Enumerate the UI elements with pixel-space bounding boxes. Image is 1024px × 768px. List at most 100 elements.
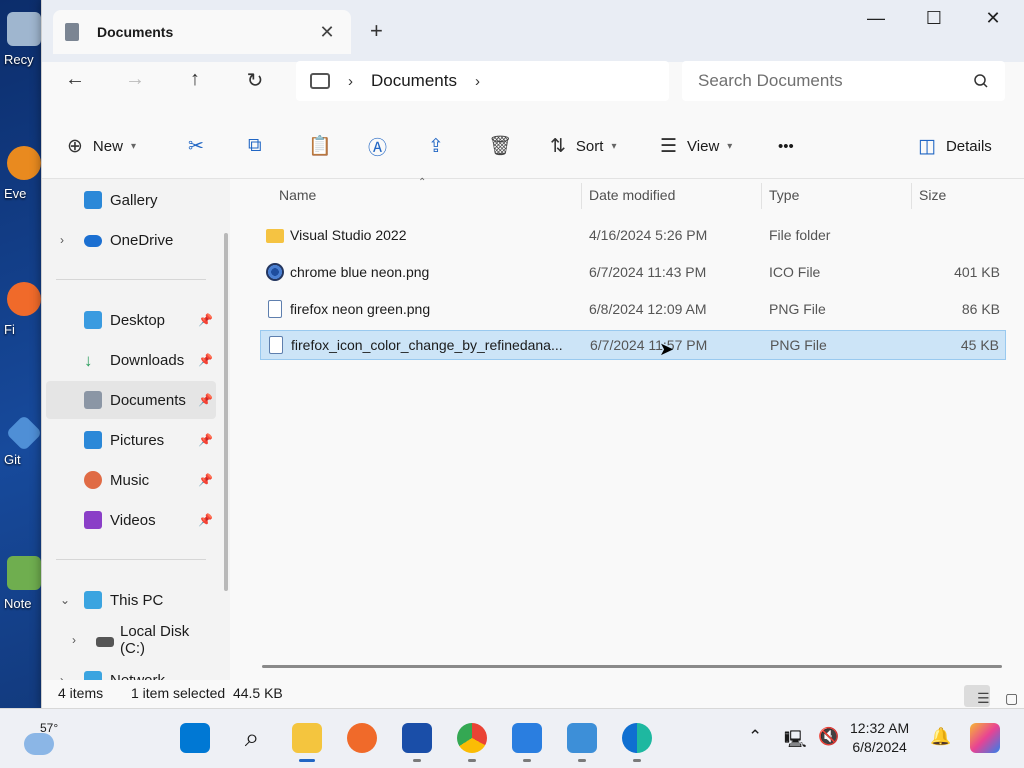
column-header-name[interactable]: Name [279, 187, 316, 203]
column-header-date[interactable]: Date modified [589, 187, 675, 203]
horizontal-scrollbar[interactable] [262, 665, 1002, 668]
maximize-button[interactable]: ☐ [905, 8, 963, 32]
desktop-icon-firefox[interactable]: Fi [4, 282, 44, 348]
view-button[interactable]: ☰ View ▾ [660, 134, 732, 158]
breadcrumb-chevron[interactable]: › [475, 73, 480, 90]
sidebar-scrollbar[interactable] [224, 233, 228, 591]
start-button[interactable] [180, 723, 210, 753]
pin-icon[interactable]: 📌 [198, 353, 213, 367]
sidebar-item-pictures[interactable]: Pictures 📌 [46, 421, 216, 459]
forward-button[interactable]: → [120, 68, 150, 94]
pin-icon[interactable]: 📌 [198, 473, 213, 487]
details-button-label: Details [945, 137, 992, 155]
column-header-size[interactable]: Size [919, 187, 946, 203]
minimize-button[interactable]: — [847, 8, 905, 32]
sort-button[interactable]: ⇅ Sort ▾ [550, 134, 616, 158]
file-type: PNG File [769, 301, 826, 317]
breadcrumb[interactable]: › Documents › [296, 61, 669, 101]
up-button[interactable]: ↑ [180, 68, 210, 94]
desktop-icon-everything[interactable]: Eve [4, 146, 44, 212]
more-options-button[interactable]: ••• [778, 134, 794, 158]
tab-close-button[interactable]: ✕ [315, 22, 339, 43]
copy-button[interactable]: ⧉ [248, 134, 272, 158]
column-separator[interactable] [581, 183, 582, 209]
taskbar-file-explorer[interactable] [292, 723, 322, 753]
arrow-up-icon: ↑ [190, 68, 200, 90]
copilot-button[interactable] [970, 723, 1000, 753]
refresh-button[interactable]: ↻ [240, 68, 270, 94]
pin-icon[interactable]: 📌 [198, 433, 213, 447]
column-header-type[interactable]: Type [769, 187, 799, 203]
clock[interactable]: 12:32 AM 6/8/2024 [850, 719, 909, 757]
share-button[interactable]: ⇪ [428, 134, 454, 158]
breadcrumb-current[interactable]: Documents [371, 71, 457, 91]
chevron-right-icon[interactable]: › [60, 233, 64, 247]
sidebar-item-desktop[interactable]: Desktop 📌 [46, 301, 216, 339]
chrome-image-icon [266, 263, 284, 281]
file-date: 6/7/2024 11:43 PM [589, 264, 707, 280]
cut-button[interactable]: ✂ [188, 134, 214, 158]
new-button[interactable]: ⊕ New ▾ [67, 134, 136, 158]
sidebar-item-documents[interactable]: Documents 📌 [46, 381, 216, 419]
trash-icon: 🗑 [488, 136, 513, 157]
file-row[interactable]: Visual Studio 2022 4/16/2024 5:26 PM Fil… [260, 221, 1006, 251]
pin-icon[interactable]: 📌 [198, 393, 213, 407]
chevron-down-icon[interactable]: ⌄ [60, 593, 70, 607]
pictures-icon [84, 431, 102, 449]
sidebar-item-videos[interactable]: Videos 📌 [46, 501, 216, 539]
back-button[interactable]: ← [60, 68, 90, 94]
sidebar-item-label: Pictures [110, 431, 165, 449]
file-row[interactable]: firefox neon green.png 6/8/2024 12:09 AM… [260, 295, 1006, 325]
paste-button[interactable]: 📋 [308, 134, 342, 158]
pin-icon[interactable]: 📌 [198, 313, 213, 327]
sidebar-item-downloads[interactable]: ↓ Downloads 📌 [46, 341, 216, 379]
pin-icon[interactable]: 📌 [198, 513, 213, 527]
desktop-icon-recycle-bin[interactable]: Recy [4, 12, 44, 78]
tiles-view-button[interactable]: ▢ [992, 685, 1018, 707]
notifications-button[interactable]: 🔔 [930, 727, 951, 747]
breadcrumb-chevron[interactable]: › [348, 73, 353, 90]
sidebar-item-music[interactable]: Music 📌 [46, 461, 216, 499]
sidebar-item-local-disk[interactable]: › Local Disk (C:) [46, 621, 216, 659]
weather-widget[interactable]: 57° [24, 721, 58, 755]
rename-button[interactable]: Ⓐ [368, 134, 397, 159]
search-button[interactable]: ⌕ [237, 723, 267, 753]
tab-documents[interactable]: Documents ✕ [53, 10, 351, 54]
volume-tray-icon[interactable]: 🔇 [818, 727, 839, 747]
desktop-icon-notepad[interactable]: Note [4, 556, 44, 622]
file-row[interactable]: chrome blue neon.png 6/7/2024 11:43 PM I… [260, 258, 1006, 288]
this-pc-icon[interactable] [310, 73, 330, 89]
search-input[interactable]: Search Documents [682, 61, 1005, 101]
image-file-icon [268, 300, 282, 318]
clock-date: 6/8/2024 [852, 739, 907, 755]
new-tab-button[interactable]: + [370, 18, 383, 44]
taskbar-firefox[interactable] [347, 723, 377, 753]
desktop-icon-git[interactable]: Git [4, 414, 44, 486]
column-separator[interactable] [911, 183, 912, 209]
details-view-button[interactable]: ☰ [964, 685, 990, 707]
taskbar-edge[interactable] [622, 723, 652, 753]
taskbar-remote-desktop[interactable] [567, 723, 597, 753]
sidebar-item-this-pc[interactable]: ⌄ This PC [46, 581, 216, 619]
sidebar-item-network[interactable]: › Network [46, 661, 216, 680]
column-separator[interactable] [761, 183, 762, 209]
videos-icon [84, 511, 102, 529]
taskbar-microsoft-store[interactable] [402, 723, 432, 753]
sidebar-item-onedrive[interactable]: › OneDrive [46, 221, 216, 259]
close-window-button[interactable]: ✕ [964, 8, 1022, 32]
file-row-selected[interactable]: firefox_icon_color_change_by_refinedana.… [260, 330, 1006, 360]
sidebar-item-label: Network [110, 671, 166, 681]
running-indicator [413, 759, 421, 762]
address-bar: ← → ↑ ↻ › Documents › Search Documents [42, 61, 1024, 101]
delete-button[interactable]: 🗑 [488, 134, 522, 158]
status-bar: 4 items 1 item selected 44.5 KB ☰ ▢ [42, 680, 1024, 708]
taskbar-paint[interactable] [512, 723, 542, 753]
show-hidden-icons-button[interactable]: ⌃ [748, 727, 762, 747]
sidebar-item-gallery[interactable]: Gallery [46, 181, 216, 219]
chevron-right-icon[interactable]: › [72, 633, 76, 647]
network-tray-icon[interactable]: 🖳 [784, 727, 807, 756]
details-pane-button[interactable]: ◫ Details [918, 134, 992, 158]
taskbar-chrome[interactable] [457, 723, 487, 753]
chevron-right-icon[interactable]: › [60, 673, 64, 680]
download-icon: ↓ [84, 351, 93, 370]
